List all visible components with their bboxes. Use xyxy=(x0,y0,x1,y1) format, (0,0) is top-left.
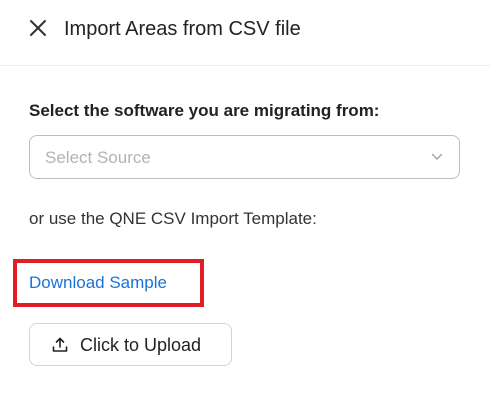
close-button[interactable] xyxy=(27,17,49,39)
template-instructions: or use the QNE CSV Import Template: xyxy=(29,209,317,228)
import-panel: Import Areas from CSV file Select the so… xyxy=(0,0,490,412)
chevron-down-icon xyxy=(431,151,443,163)
close-icon xyxy=(27,17,49,39)
download-sample-link[interactable]: Download Sample xyxy=(29,272,167,294)
source-label: Select the software you are migrating fr… xyxy=(29,101,380,120)
upload-button[interactable]: Click to Upload xyxy=(29,323,232,366)
source-select[interactable]: Select Source xyxy=(29,135,460,179)
upload-icon xyxy=(51,336,69,354)
panel-header: Import Areas from CSV file xyxy=(0,0,490,66)
source-select-placeholder: Select Source xyxy=(45,148,151,167)
upload-button-label: Click to Upload xyxy=(80,335,202,355)
panel-title: Import Areas from CSV file xyxy=(64,18,301,40)
